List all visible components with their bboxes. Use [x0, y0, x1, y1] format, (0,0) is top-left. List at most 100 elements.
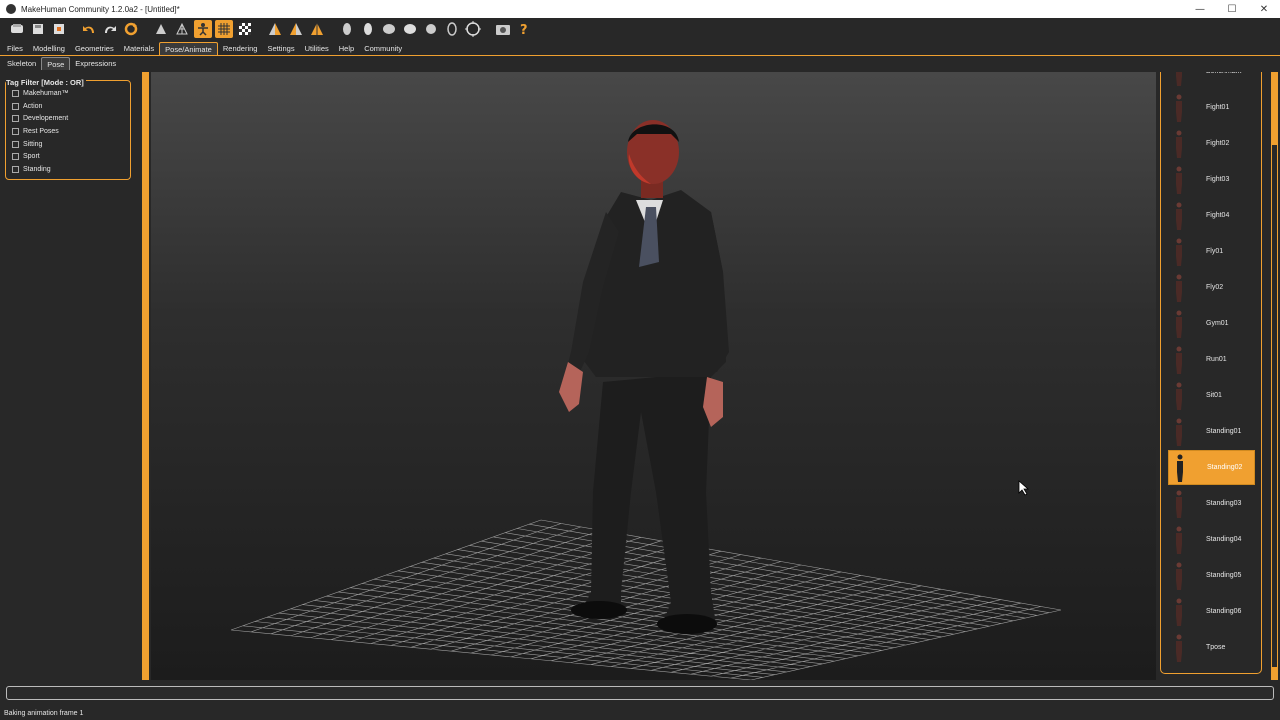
tag-checkbox-sport[interactable]: Sport — [12, 150, 69, 163]
pose-thumbnail-icon — [1168, 379, 1190, 413]
tab-rendering[interactable]: Rendering — [218, 42, 263, 55]
tab-community[interactable]: Community — [359, 42, 407, 55]
tab-materials[interactable]: Materials — [119, 42, 159, 55]
mouse-cursor-icon — [1018, 480, 1030, 496]
close-icon[interactable]: ✕ — [1248, 0, 1280, 18]
pose-thumbnail-icon — [1168, 163, 1190, 197]
pose-item[interactable]: Fight03 — [1168, 162, 1255, 197]
tag-filter-list: Makehuman™ Action Developement Rest Pose… — [12, 87, 69, 176]
title-bar: MakeHuman Community 1.2.0a2 - [Untitled]… — [0, 0, 1280, 18]
main-tabs: Files Modelling Geometries Materials Pos… — [0, 41, 1280, 55]
pose-item[interactable]: Standing05 — [1168, 558, 1255, 593]
top-view-icon[interactable] — [422, 20, 440, 38]
tab-help[interactable]: Help — [334, 42, 359, 55]
tab-pose[interactable]: Pose — [41, 57, 71, 70]
load-icon[interactable] — [29, 20, 47, 38]
pose-thumbnail-icon — [1168, 415, 1190, 449]
tag-checkbox-action[interactable]: Action — [12, 100, 69, 113]
tab-settings[interactable]: Settings — [262, 42, 299, 55]
background-icon[interactable] — [236, 20, 254, 38]
3d-viewport[interactable] — [151, 72, 1156, 680]
pose-item[interactable]: Standing06 — [1168, 594, 1255, 629]
pose-label: Gym01 — [1206, 320, 1229, 327]
tag-checkbox-standing[interactable]: Standing — [12, 163, 69, 176]
pose-thumbnail-icon — [1168, 487, 1190, 521]
tag-label: Standing — [23, 165, 51, 173]
grid-icon[interactable] — [215, 20, 233, 38]
pose-item[interactable]: Standing01 — [1168, 414, 1255, 449]
export-icon[interactable] — [50, 20, 68, 38]
left-view-icon[interactable] — [380, 20, 398, 38]
pose-label: Standing06 — [1206, 608, 1242, 615]
bottom-view-icon[interactable] — [443, 20, 461, 38]
reset-icon[interactable] — [122, 20, 140, 38]
pose-label: Tpose — [1206, 644, 1226, 651]
pose-item[interactable]: Benchmark — [1168, 72, 1255, 89]
symmetry-icon[interactable] — [308, 20, 326, 38]
tag-checkbox-sitting[interactable]: Sitting — [12, 138, 69, 151]
tab-divider — [0, 55, 1280, 56]
tab-modelling[interactable]: Modelling — [28, 42, 70, 55]
reset-camera-icon[interactable] — [464, 20, 482, 38]
pose-label: Benchmark — [1206, 72, 1241, 75]
tag-checkbox-rest-poses[interactable]: Rest Poses — [12, 125, 69, 138]
pose-item[interactable]: Standing02 — [1168, 450, 1255, 485]
right-scrollbar-thumb[interactable] — [1272, 145, 1277, 667]
help-icon[interactable]: ? — [515, 20, 533, 38]
pose-thumbnail-icon — [1168, 631, 1190, 665]
pose-thumbnail-icon — [1168, 91, 1190, 125]
checkbox[interactable] — [12, 153, 19, 161]
pose-item[interactable]: Run01 — [1168, 342, 1255, 377]
front-view-icon[interactable] — [338, 20, 356, 38]
wireframe-icon[interactable] — [173, 20, 191, 38]
pose-thumbnail-icon — [1168, 199, 1190, 233]
checkbox[interactable] — [12, 102, 19, 110]
symmetry-right-icon[interactable] — [266, 20, 284, 38]
pose-item[interactable]: Fly02 — [1168, 270, 1255, 305]
maximize-icon[interactable]: ☐ — [1216, 0, 1248, 18]
save-icon[interactable] — [8, 20, 26, 38]
tab-geometries[interactable]: Geometries — [70, 42, 119, 55]
pose-item[interactable]: Standing03 — [1168, 486, 1255, 521]
redo-icon[interactable] — [101, 20, 119, 38]
minimize-icon[interactable]: — — [1184, 0, 1216, 18]
checkbox[interactable] — [12, 115, 19, 123]
svg-text:?: ? — [520, 23, 528, 36]
pose-item[interactable]: Tpose — [1168, 630, 1255, 665]
checkbox[interactable] — [12, 89, 19, 97]
tab-files[interactable]: Files — [2, 42, 28, 55]
left-scrollbar[interactable] — [142, 72, 149, 680]
tab-expressions[interactable]: Expressions — [70, 57, 121, 70]
app-icon — [6, 4, 16, 14]
pose-item[interactable]: Standing04 — [1168, 522, 1255, 557]
undo-icon[interactable] — [80, 20, 98, 38]
back-view-icon[interactable] — [359, 20, 377, 38]
pose-item[interactable]: Fight01 — [1168, 90, 1255, 125]
tab-skeleton[interactable]: Skeleton — [2, 57, 41, 70]
tag-checkbox-makehuman[interactable]: Makehuman™ — [12, 87, 69, 100]
tag-checkbox-developement[interactable]: Developement — [12, 112, 69, 125]
pose-item[interactable]: Gym01 — [1168, 306, 1255, 341]
checkbox[interactable] — [12, 140, 19, 148]
pose-item[interactable]: Fly01 — [1168, 234, 1255, 269]
pose-label: Run01 — [1206, 356, 1227, 363]
pose-item[interactable]: Sit01 — [1168, 378, 1255, 413]
window-controls: — ☐ ✕ — [1184, 0, 1280, 18]
right-view-icon[interactable] — [401, 20, 419, 38]
tag-label: Action — [23, 102, 43, 110]
tab-utilities[interactable]: Utilities — [300, 42, 334, 55]
checkbox[interactable] — [12, 127, 19, 135]
smooth-icon[interactable] — [152, 20, 170, 38]
pose-icon[interactable] — [194, 20, 212, 38]
pose-item[interactable]: Fight04 — [1168, 198, 1255, 233]
pose-label: Sit01 — [1206, 392, 1222, 399]
pose-thumbnail-icon — [1168, 271, 1190, 305]
checkbox[interactable] — [12, 165, 19, 173]
pose-item[interactable]: Fight02 — [1168, 126, 1255, 161]
toolbar: ? — [0, 18, 1280, 40]
tab-pose-animate[interactable]: Pose/Animate — [159, 42, 218, 55]
pose-label: Standing03 — [1206, 500, 1242, 507]
symmetry-left-icon[interactable] — [287, 20, 305, 38]
screenshot-icon[interactable] — [494, 20, 512, 38]
scene — [230, 120, 1062, 680]
